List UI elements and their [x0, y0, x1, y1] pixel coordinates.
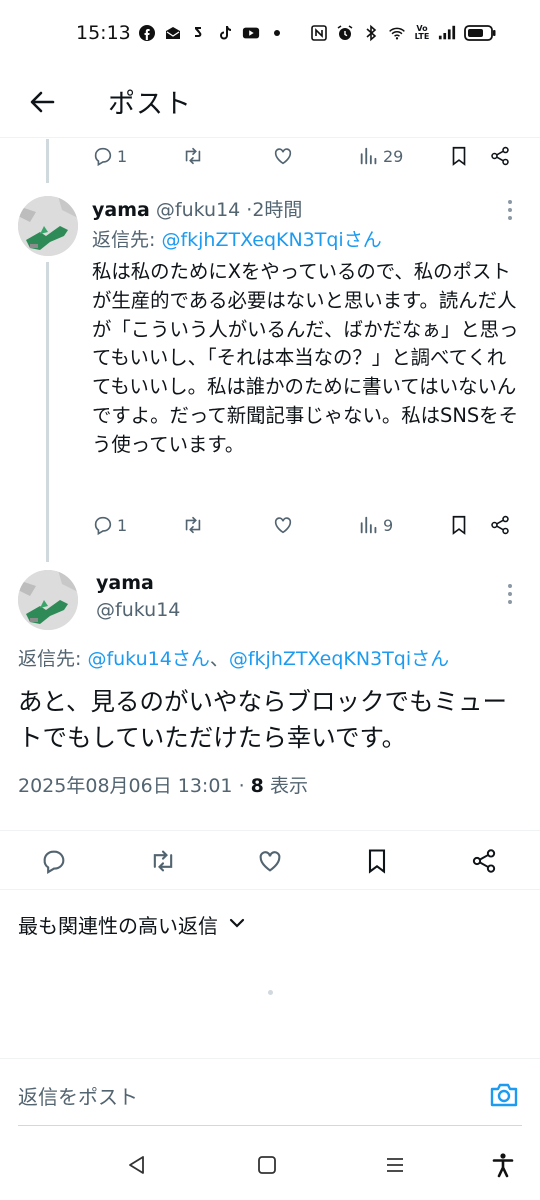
user-name[interactable]: yama	[96, 569, 154, 597]
reply-composer-bar: 返信をポスト	[0, 1058, 540, 1128]
main-tweet-actions	[0, 830, 540, 890]
reply-count: 1	[117, 146, 128, 166]
reply-to-line: 返信先: @fuku14さん、@fkjhZTXeqKN3Tqiさん	[18, 645, 449, 673]
user-handle[interactable]: @fuku14	[96, 596, 180, 624]
share-button[interactable]	[489, 510, 511, 540]
nfc-icon	[310, 24, 328, 42]
top-app-bar: ポスト	[0, 68, 540, 138]
main-tweet-text: あと、見るのがいやならブロックでもミュートでもしていただけたら幸いです。	[18, 687, 508, 752]
tweet-header: yama @fuku14 ·2時間	[92, 196, 302, 224]
home-square-icon[interactable]	[254, 1152, 280, 1178]
like-button[interactable]	[272, 141, 294, 171]
reply-button[interactable]	[34, 841, 74, 881]
volte-icon: Vo LTE	[414, 24, 430, 41]
reply-input[interactable]: 返信をポスト	[18, 1081, 138, 1110]
camera-icon[interactable]	[488, 1079, 520, 1111]
divider	[18, 1125, 522, 1126]
reply-button[interactable]: 1	[92, 141, 127, 171]
share-button[interactable]	[489, 141, 511, 171]
app-icon	[190, 24, 208, 42]
reply-to-line: 返信先: @fkjhZTXeqKN3Tqiさん	[92, 226, 382, 254]
user-name[interactable]: yama	[92, 199, 150, 221]
repost-button[interactable]	[182, 510, 204, 540]
reply-tweet-actions: 1 9	[92, 510, 522, 540]
reply-button[interactable]: 1	[92, 510, 127, 540]
system-navigation-bar	[0, 1128, 540, 1200]
thread-connector	[46, 262, 49, 562]
reply-to-separator: 、	[209, 648, 229, 670]
repost-button[interactable]	[182, 141, 204, 171]
user-handle[interactable]: @fuku14	[156, 199, 240, 221]
alarm-icon	[336, 24, 354, 42]
like-button[interactable]	[272, 510, 294, 540]
wifi-icon	[388, 24, 406, 42]
view-count: 29	[383, 146, 404, 166]
reply-to-prefix: 返信先:	[18, 648, 88, 670]
loading-indicator	[268, 990, 273, 995]
status-time: 15:13	[76, 22, 131, 44]
timestamp[interactable]: 2025年08月06日 13:01	[18, 775, 233, 797]
recents-menu-icon[interactable]	[382, 1152, 408, 1178]
bluetooth-icon	[362, 24, 380, 42]
prev-tweet-actions: 1 29	[92, 141, 522, 171]
view-count: 9	[383, 515, 394, 535]
back-arrow-icon[interactable]	[22, 82, 62, 122]
reply-count: 1	[117, 515, 128, 535]
chevron-down-icon	[228, 913, 246, 937]
signal-icon	[438, 24, 456, 42]
view-label: 表示	[269, 775, 308, 797]
reply-sort-selector[interactable]: 最も関連性の高い返信	[18, 910, 246, 939]
reply-to-link[interactable]: @fkjhZTXeqKN3Tqiさん	[161, 229, 381, 251]
views-button[interactable]: 29	[358, 141, 403, 171]
bookmark-button[interactable]	[357, 841, 397, 881]
back-triangle-icon[interactable]	[124, 1152, 150, 1178]
page-title: ポスト	[108, 89, 192, 120]
facebook-icon	[138, 24, 156, 42]
mail-icon	[164, 24, 182, 42]
more-options-icon[interactable]	[505, 584, 515, 604]
bookmark-button[interactable]	[448, 510, 470, 540]
avatar[interactable]	[18, 570, 78, 630]
post-time[interactable]: 2時間	[252, 199, 302, 221]
avatar[interactable]	[18, 196, 78, 256]
dot-icon	[268, 24, 286, 42]
reply-to-link[interactable]: @fkjhZTXeqKN3Tqiさん	[229, 648, 449, 670]
accessibility-icon[interactable]	[490, 1152, 516, 1178]
reply-to-link[interactable]: @fuku14さん	[87, 648, 209, 670]
youtube-icon	[242, 24, 260, 42]
like-button[interactable]	[250, 841, 290, 881]
more-options-icon[interactable]	[505, 200, 515, 220]
share-button[interactable]	[464, 841, 504, 881]
reply-to-prefix: 返信先:	[92, 229, 162, 251]
tiktok-icon	[216, 24, 234, 42]
repost-button[interactable]	[143, 841, 183, 881]
sort-label: 最も関連性の高い返信	[18, 914, 218, 938]
separator: ·	[238, 775, 245, 797]
views-button[interactable]: 9	[358, 510, 393, 540]
view-count: 8	[250, 775, 264, 797]
tweet-text: 私は私のためにXをやっているので、私のポストが生産的である必要はないと思います。…	[92, 260, 519, 456]
status-bar: 15:13 Vo LTE	[0, 0, 540, 68]
thread-connector	[46, 139, 49, 183]
battery-icon	[464, 24, 496, 42]
bookmark-button[interactable]	[448, 141, 470, 171]
tweet-meta: 2025年08月06日 13:01 · 8 表示	[18, 772, 308, 800]
